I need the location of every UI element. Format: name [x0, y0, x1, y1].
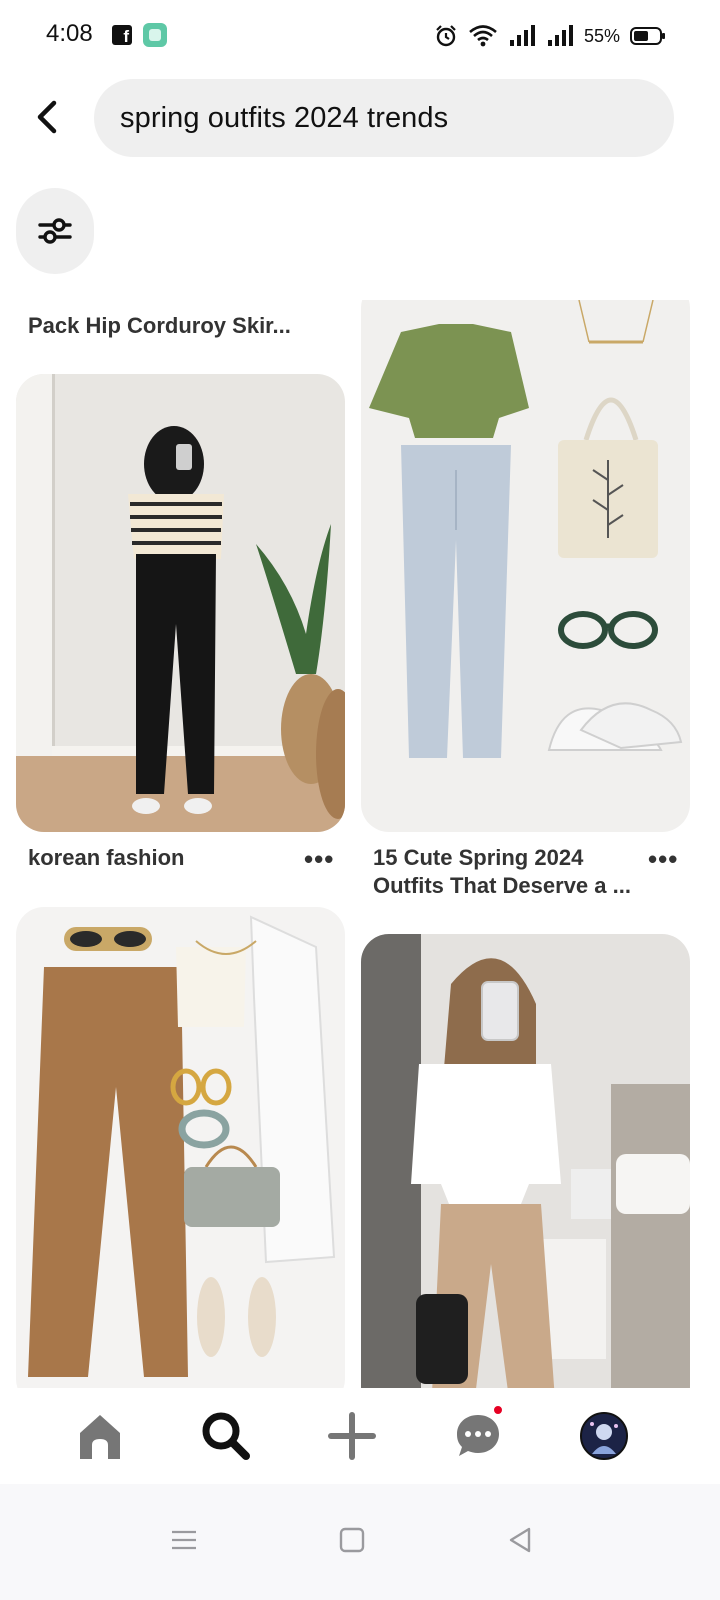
system-menu-button[interactable] [164, 1520, 204, 1560]
battery-icon [630, 27, 665, 45]
nav-home-button[interactable] [70, 1406, 130, 1466]
signal-icon-2 [547, 25, 573, 46]
pin-image-spring-2024-outfit[interactable] [361, 300, 690, 832]
app-notification-icon [143, 23, 167, 47]
filter-button[interactable] [16, 188, 94, 274]
triangle-back-icon [509, 1527, 531, 1553]
pin-title-line-2[interactable]: Outfits That Deserve a ... [373, 872, 631, 900]
wifi-icon [469, 25, 497, 47]
avatar [580, 1412, 628, 1460]
search-query: spring outfits 2024 trends [120, 101, 449, 134]
pin-more-options-button[interactable]: ••• [648, 844, 678, 875]
nav-profile-button[interactable] [574, 1406, 634, 1466]
search-input[interactable]: spring outfits 2024 trends [94, 79, 674, 157]
battery-percentage: 55% [583, 25, 620, 46]
nav-messages-button[interactable] [448, 1404, 508, 1466]
pin-feed[interactable]: Pack Hip Corduroy Skir... korean fashion… [0, 300, 720, 1388]
notification-dot [492, 1404, 504, 1416]
filter-sliders-icon [38, 218, 72, 244]
pin-image-korean-fashion[interactable] [16, 374, 345, 832]
pin-image-beige-trousers-selfie[interactable] [361, 934, 690, 1388]
nav-create-button[interactable] [322, 1406, 382, 1466]
pin-more-options-button[interactable]: ••• [304, 844, 334, 875]
pin-title[interactable]: korean fashion [28, 844, 184, 872]
nav-search-button[interactable] [196, 1406, 256, 1466]
search-icon [202, 1412, 250, 1460]
pin-title-line-1[interactable]: 15 Cute Spring 2024 [373, 844, 583, 872]
alarm-icon [436, 25, 456, 47]
pin-title[interactable]: Pack Hip Corduroy Skir... [28, 312, 291, 340]
back-button[interactable] [24, 94, 70, 140]
status-bar: 4:08 55% [0, 0, 720, 72]
system-home-button[interactable] [332, 1520, 372, 1560]
home-icon [80, 1415, 120, 1459]
status-icons: 55% [434, 22, 665, 50]
signal-icon-1 [509, 25, 535, 46]
square-icon [339, 1527, 365, 1553]
system-navigation-bar [0, 1484, 720, 1600]
messages-icon [457, 1415, 499, 1456]
bottom-navigation [0, 1388, 720, 1484]
menu-icon [172, 1530, 196, 1550]
pin-image-beige-outfit[interactable] [16, 907, 345, 1388]
chevron-left-icon [37, 100, 57, 134]
facebook-notification-icon [112, 25, 132, 47]
system-back-button[interactable] [500, 1520, 540, 1560]
plus-icon [328, 1412, 376, 1460]
status-time: 4:08 [46, 20, 93, 47]
